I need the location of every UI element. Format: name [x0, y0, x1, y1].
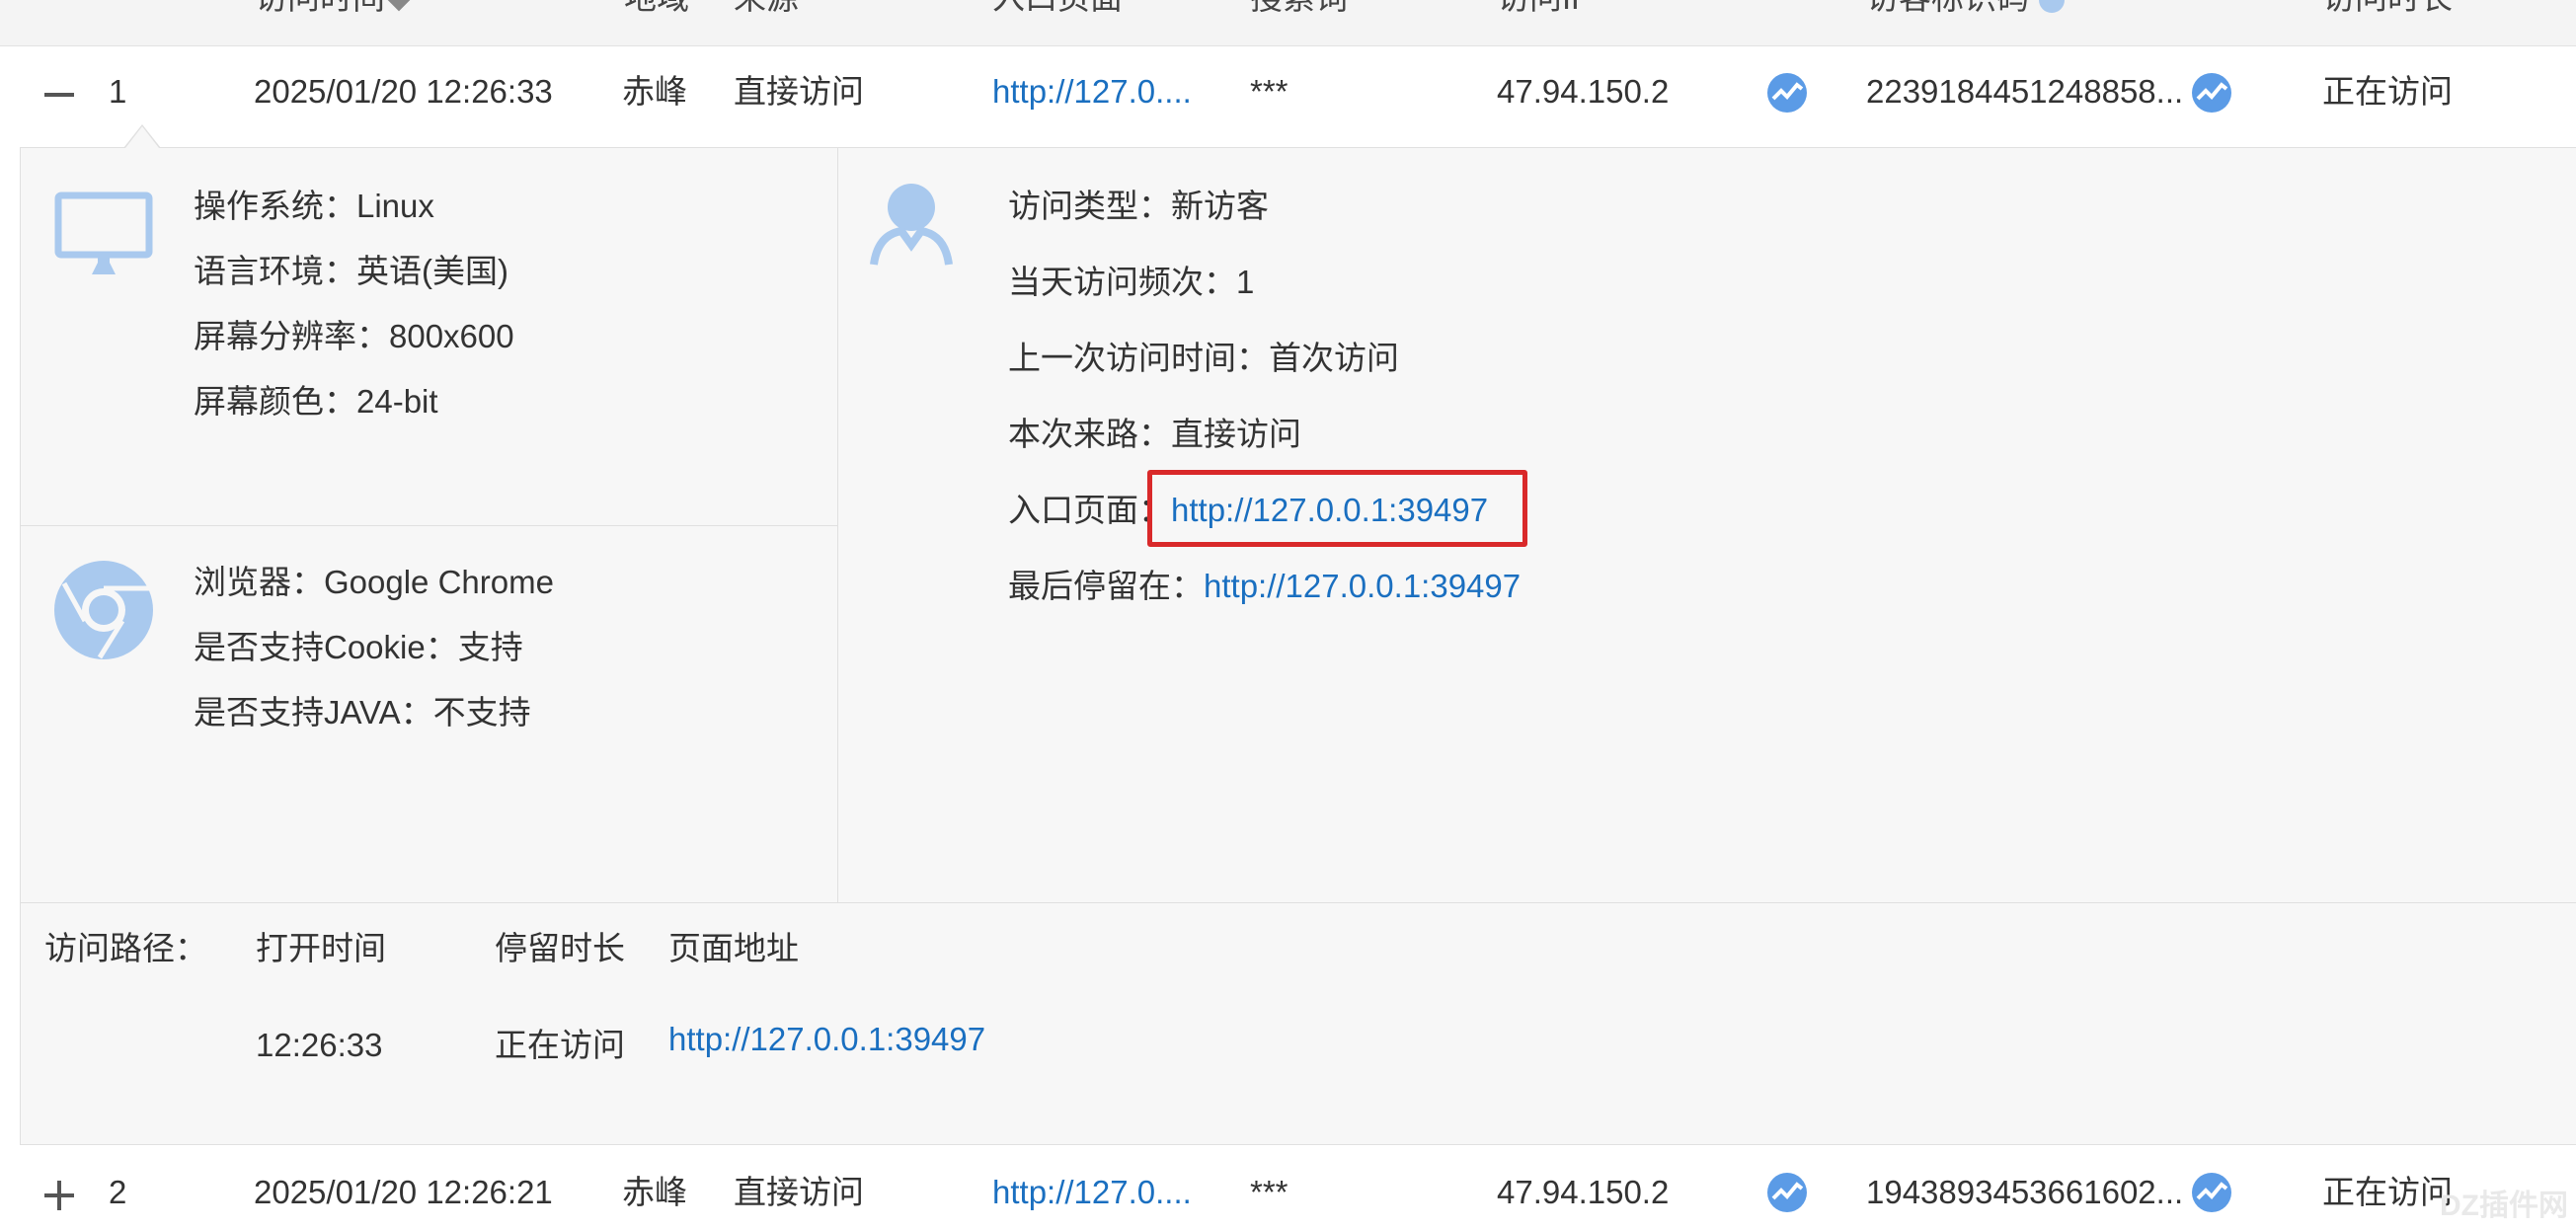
row-index: 1	[109, 73, 127, 110]
path-col-open-time: 打开时间	[256, 930, 386, 966]
col-ip: 访问IP	[1497, 0, 1593, 18]
row-visitor-id: 2239184451248858...	[1866, 73, 2184, 110]
language-info: 语言环境：英语(美国)	[194, 253, 508, 289]
browser-info: 浏览器：Google Chrome	[194, 564, 554, 600]
divider	[21, 902, 2576, 903]
visit-detail-panel: 操作系统：Linux 语言环境：英语(美国) 屏幕分辨率：800x600 屏幕颜…	[20, 147, 2576, 1145]
row-duration: 正在访问	[2322, 73, 2453, 110]
row-ip: 47.94.150.2	[1497, 1174, 1670, 1210]
visit-type-info: 访问类型：新访客	[1008, 188, 1269, 224]
expand-icon[interactable]	[44, 1181, 74, 1210]
row-region: 赤峰	[622, 73, 687, 110]
last-visit-info: 上一次访问时间：首次访问	[1008, 340, 1399, 376]
color-depth-info: 屏幕颜色：24-bit	[194, 383, 438, 420]
col-region: 地域	[624, 0, 689, 18]
divider	[837, 148, 838, 902]
row-ip: 47.94.150.2	[1497, 73, 1670, 110]
chrome-icon	[54, 561, 153, 659]
trend-chart-icon[interactable]	[1767, 73, 1807, 113]
help-icon[interactable]	[2039, 0, 2065, 14]
row-duration: 正在访问	[2322, 1174, 2453, 1210]
watermark: DZ插件网	[2440, 1190, 2568, 1222]
path-open-time: 12:26:33	[256, 1027, 383, 1063]
col-entry: 入口页面	[992, 0, 1123, 18]
table-header: 访问时间 地域 来源 入口页面 搜索词 访问IP 访客标识码 访问时长	[0, 0, 2576, 46]
cookie-info: 是否支持Cookie：支持	[194, 629, 523, 665]
table-row[interactable]: 2 2025/01/20 12:26:21 赤峰 直接访问 http://127…	[0, 1147, 2576, 1230]
row-region: 赤峰	[622, 1174, 687, 1210]
resolution-info: 屏幕分辨率：800x600	[194, 318, 514, 354]
highlight-box	[1147, 470, 1527, 547]
col-source: 来源	[734, 0, 799, 18]
os-info: 操作系统：Linux	[194, 188, 434, 224]
row-entry-link[interactable]: http://127.0....	[992, 72, 1192, 112]
path-col-stay: 停留时长	[495, 930, 625, 966]
sort-icon[interactable]	[387, 0, 411, 12]
table-row[interactable]: 1 2025/01/20 12:26:33 赤峰 直接访问 http://127…	[0, 47, 2576, 146]
divider	[21, 525, 837, 526]
monitor-icon	[54, 192, 153, 274]
user-icon	[870, 184, 953, 266]
row-visitor-id: 1943893453661602...	[1866, 1174, 2184, 1210]
trend-chart-icon[interactable]	[1767, 1173, 1807, 1212]
row-source: 直接访问	[734, 1174, 864, 1210]
row-time: 2025/01/20 12:26:21	[254, 1174, 553, 1210]
trend-chart-icon[interactable]	[2192, 73, 2231, 113]
row-keyword: ***	[1250, 73, 1288, 110]
row-entry-link[interactable]: http://127.0....	[992, 1173, 1192, 1212]
collapse-icon[interactable]	[44, 80, 74, 110]
trend-chart-icon[interactable]	[2192, 1173, 2231, 1212]
referrer-info: 本次来路：直接访问	[1008, 416, 1301, 452]
last-stay-info: 最后停留在：http://127.0.0.1:39497	[1008, 568, 1522, 604]
row-index: 2	[109, 1174, 127, 1210]
java-info: 是否支持JAVA：不支持	[194, 694, 531, 730]
row-keyword: ***	[1250, 1174, 1288, 1210]
visit-path-label: 访问路径：	[44, 930, 207, 966]
path-url-link[interactable]: http://127.0.0.1:39497	[668, 1020, 985, 1059]
path-stay: 正在访问	[495, 1027, 625, 1063]
last-stay-link[interactable]: http://127.0.0.1:39497	[1204, 568, 1521, 604]
col-visitor-id: 访客标识码	[1866, 0, 2065, 18]
daily-frequency-info: 当天访问频次：1	[1008, 264, 1255, 300]
col-visit-time[interactable]: 访问时间	[255, 0, 411, 18]
path-col-url: 页面地址	[668, 930, 799, 966]
col-duration: 访问时长	[2322, 0, 2453, 18]
col-keyword: 搜索词	[1250, 0, 1348, 18]
row-source: 直接访问	[734, 73, 864, 110]
row-time: 2025/01/20 12:26:33	[254, 73, 553, 110]
